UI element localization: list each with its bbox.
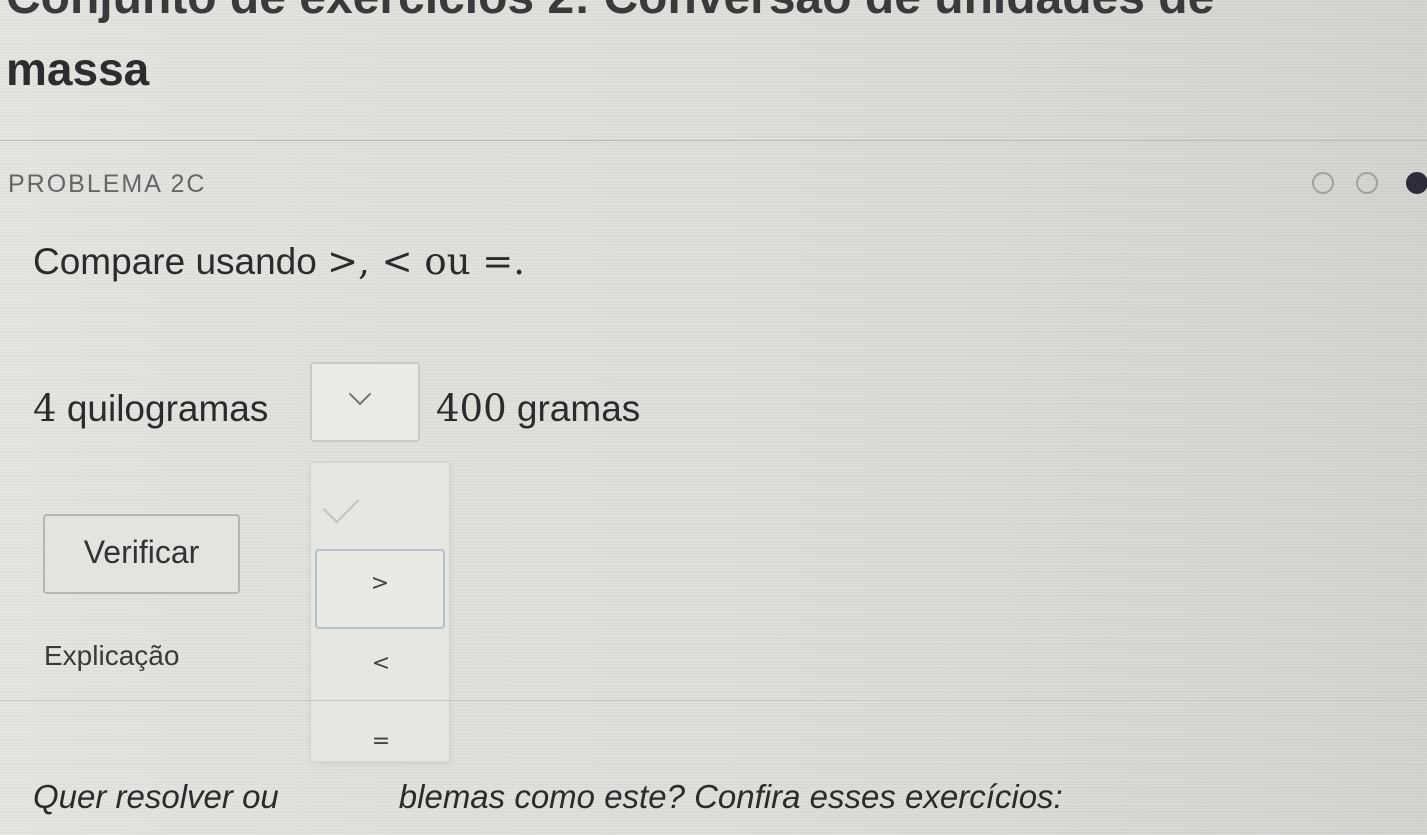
left-quantity-unit: quilogramas (66, 388, 269, 429)
exercise-page: Conjunto de exercícios 2: Conversão de u… (0, 0, 1427, 835)
progress-dot-3-current (1406, 172, 1427, 194)
section-divider (0, 700, 1427, 701)
progress-dot-2 (1356, 172, 1378, 194)
page-title-line1: Conjunto de exercícios 2: Conversão de u… (6, 0, 1214, 25)
instruction-operators: >, < ou =. (327, 240, 526, 283)
right-quantity: 400 gramas (436, 387, 640, 430)
comparison-select[interactable] (310, 362, 420, 442)
chevron-down-icon (348, 382, 372, 406)
progress-dot-1 (1312, 172, 1334, 194)
explanation-link[interactable]: Explicação (44, 640, 179, 672)
checkmark-icon (322, 486, 360, 524)
instruction-text: Compare usando (33, 241, 317, 282)
option-greater-than[interactable]: > (315, 549, 445, 629)
page-title-line2: massa (6, 43, 150, 95)
progress-indicator (1312, 172, 1427, 200)
cta-text-part1: Quer resolver ou (33, 778, 279, 815)
verify-button[interactable]: Verificar (43, 514, 240, 594)
right-quantity-unit: gramas (516, 388, 641, 429)
header-divider (0, 140, 1427, 141)
cta-text-part2: blemas como este? Confira esses exercíci… (398, 778, 1063, 815)
left-quantity-number: 4 (33, 387, 57, 430)
option-equal[interactable]: = (311, 729, 451, 754)
left-quantity: 4 quilogramas (33, 387, 268, 430)
right-quantity-number: 400 (436, 387, 507, 430)
problem-label: PROBLEMA 2C (8, 170, 207, 198)
option-less-than[interactable]: < (311, 651, 451, 676)
more-exercises-prompt: Quer resolver ou blemas como este? Confir… (33, 778, 1063, 816)
instruction: Compare usando >, < ou =. (33, 240, 525, 283)
comparison-dropdown-menu: > < = (310, 462, 450, 762)
